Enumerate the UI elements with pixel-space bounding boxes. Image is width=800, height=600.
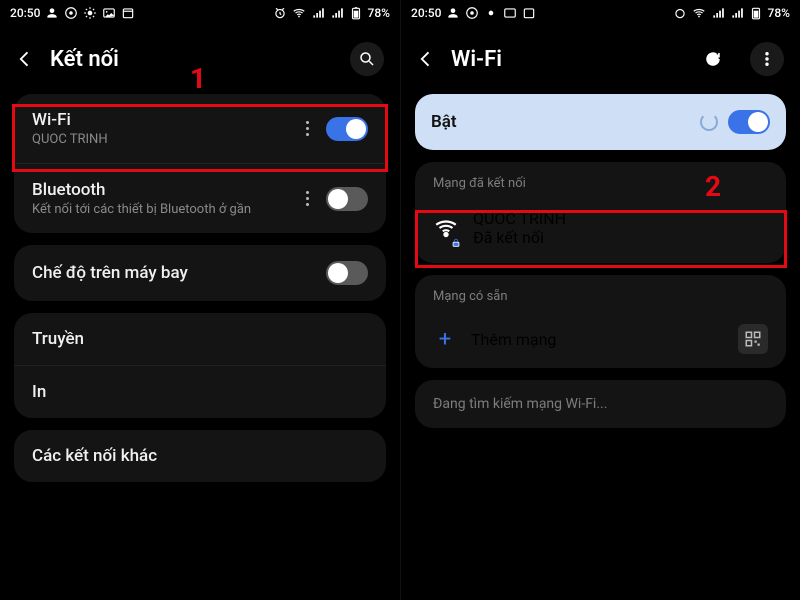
print-title: In	[32, 382, 368, 402]
search-button[interactable]	[350, 42, 384, 76]
header-connections: Kết nối	[0, 26, 400, 94]
target-icon	[465, 6, 479, 20]
more-connections-title: Các kết nối khác	[32, 446, 368, 466]
back-button[interactable]	[415, 48, 437, 70]
bluetooth-subtitle: Kết nối tới các thiết bị Bluetooth ở gần	[32, 202, 288, 217]
wifi-more-icon[interactable]	[298, 121, 316, 136]
status-battery: 78%	[368, 6, 390, 20]
alarm-icon	[673, 6, 687, 20]
image-icon	[503, 6, 517, 20]
header-wifi: Wi-Fi	[401, 26, 800, 94]
calendar-icon	[522, 6, 536, 20]
settings-list: Wi-Fi QUOC TRINH Bluetooth Kết nối tới c…	[0, 94, 400, 600]
alarm-icon	[273, 6, 287, 20]
person-icon	[45, 6, 59, 20]
add-network-label: Thêm mạng	[471, 330, 724, 349]
wifi-row[interactable]: Wi-Fi QUOC TRINH	[14, 94, 386, 163]
more-connections-card: Các kết nối khác	[14, 430, 386, 482]
overflow-menu-button[interactable]	[750, 42, 784, 76]
bluetooth-title: Bluetooth	[32, 180, 288, 200]
more-connections-row[interactable]: Các kết nối khác	[14, 430, 386, 482]
bluetooth-row[interactable]: Bluetooth Kết nối tới các thiết bị Bluet…	[14, 163, 386, 233]
add-network-row[interactable]: + Thêm mạng	[415, 310, 786, 368]
scanning-label: Đang tìm kiếm mạng Wi-Fi...	[433, 396, 607, 412]
cast-row[interactable]: Truyền	[14, 313, 386, 365]
wifi-content: Bật Mạng đã kết nối QUOC TRINH Đã kết nố…	[401, 94, 800, 600]
loading-spinner-icon	[700, 113, 718, 131]
plus-icon: +	[433, 327, 457, 352]
phone-right: 20:50 78% Wi-Fi Bật Mạng đã kết nố	[400, 0, 800, 600]
cast-title: Truyền	[32, 329, 368, 349]
person-icon	[446, 6, 460, 20]
status-battery: 78%	[768, 6, 790, 20]
wifi-title: Wi-Fi	[32, 110, 288, 130]
network-name: QUOC TRINH	[473, 209, 566, 228]
airplane-toggle[interactable]	[326, 261, 368, 285]
airplane-row[interactable]: Chế độ trên máy bay	[14, 245, 386, 301]
wifi-on-card: Bật	[415, 94, 786, 150]
calendar-icon	[121, 6, 135, 20]
signal-icon-2	[730, 6, 744, 20]
target-icon	[64, 6, 78, 20]
bluetooth-toggle[interactable]	[326, 187, 368, 211]
battery-icon	[349, 6, 363, 20]
airplane-card: Chế độ trên máy bay	[14, 245, 386, 301]
status-time: 20:50	[411, 6, 441, 20]
image-icon	[102, 6, 116, 20]
wifi-status-icon	[292, 6, 306, 20]
network-status: Đã kết nối	[473, 228, 566, 247]
signal-icon-2	[330, 6, 344, 20]
available-section-label: Mạng có sẵn	[415, 275, 786, 310]
wifi-toggle[interactable]	[326, 117, 368, 141]
phone-left: 20:50 78% Kết nối Wi-Fi QUOC TRINH	[0, 0, 400, 600]
wifi-status-icon	[692, 6, 706, 20]
airplane-title: Chế độ trên máy bay	[32, 263, 316, 283]
status-time: 20:50	[10, 6, 40, 20]
available-networks-card: Mạng có sẵn + Thêm mạng	[415, 275, 786, 368]
sun-icon	[484, 6, 498, 20]
signal-icon-1	[711, 6, 725, 20]
cast-print-card: Truyền In	[14, 313, 386, 418]
connected-section-label: Mạng đã kết nối	[415, 162, 786, 197]
sun-icon	[83, 6, 97, 20]
print-row[interactable]: In	[14, 365, 386, 418]
refresh-button[interactable]	[696, 42, 730, 76]
bluetooth-more-icon[interactable]	[298, 191, 316, 206]
qr-scan-button[interactable]	[738, 324, 768, 354]
connected-network-card: Mạng đã kết nối QUOC TRINH Đã kết nối	[415, 162, 786, 263]
page-title: Kết nối	[50, 47, 330, 72]
wifi-signal-icon	[433, 215, 459, 241]
wifi-subtitle: QUOC TRINH	[32, 132, 288, 147]
status-bar: 20:50 78%	[0, 0, 400, 26]
wifi-on-label: Bật	[431, 112, 690, 132]
status-bar: 20:50 78%	[401, 0, 800, 26]
battery-icon	[749, 6, 763, 20]
lock-icon	[451, 233, 461, 243]
signal-icon-1	[311, 6, 325, 20]
back-button[interactable]	[14, 48, 36, 70]
page-title: Wi-Fi	[451, 47, 676, 72]
connected-network-row[interactable]: QUOC TRINH Đã kết nối	[415, 197, 786, 263]
wifi-master-toggle[interactable]	[728, 110, 770, 134]
wireless-card: Wi-Fi QUOC TRINH Bluetooth Kết nối tới c…	[14, 94, 386, 233]
scanning-card: Đang tìm kiếm mạng Wi-Fi...	[415, 380, 786, 428]
